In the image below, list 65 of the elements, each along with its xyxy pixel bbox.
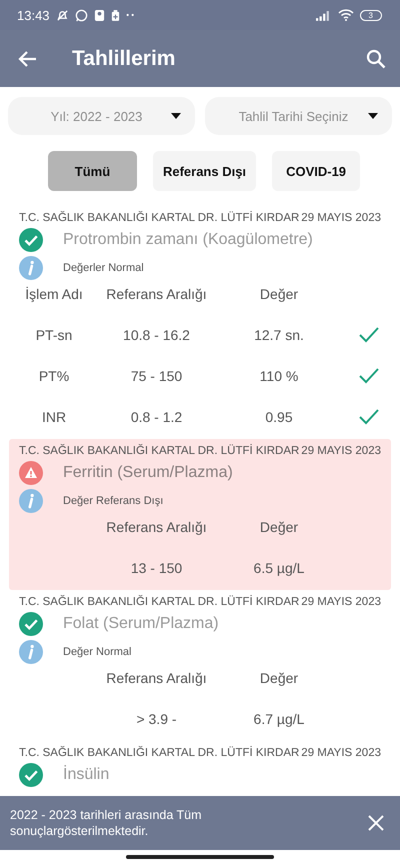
check-circle-icon <box>19 612 43 636</box>
back-arrow-icon <box>18 48 38 68</box>
caret-icon <box>368 113 378 119</box>
table-cell-text: 6.7 µg/L <box>252 711 306 727</box>
close-icon <box>368 815 384 831</box>
result-date: 29 MAYIS 2023 <box>301 445 381 457</box>
search-button[interactable] <box>366 48 386 68</box>
close-button[interactable] <box>368 815 384 831</box>
table-cell-text: 12.7 sn. <box>253 327 305 343</box>
column-header: Referans Aralığı <box>105 670 208 686</box>
back-button[interactable] <box>18 48 38 68</box>
result-date: 29 MAYIS 2023 <box>301 212 381 224</box>
table-cell-text: PT% <box>38 368 70 384</box>
app-icon <box>94 8 105 22</box>
info-icon <box>19 640 43 664</box>
search-icon <box>366 48 386 68</box>
result-date: 29 MAYIS 2023 <box>301 747 381 759</box>
hospital-name: T.C. SAĞLIK BAKANLIĞI KARTAL DR. LÜTFİ KIRDAR <box>19 596 300 608</box>
status-note: Değerler Normal <box>63 262 144 274</box>
signal-icon <box>316 10 332 20</box>
table-cell-text: 13 - 150 <box>130 560 184 576</box>
status-note: Değer Referans Dışı <box>63 495 164 507</box>
snackbar-message: 2022 - 2023 tarihleri arasında Tüm sonuçlargösterilmektedir. <box>10 807 203 839</box>
status-time: 13:43 <box>17 8 50 22</box>
table-cell-text: 10.8 - 16.2 <box>122 327 191 343</box>
wifi-icon <box>338 9 354 21</box>
test-name: Folat (Serum/Plazma) <box>63 615 219 633</box>
chat-icon <box>74 8 88 22</box>
check-circle-icon <box>19 228 43 252</box>
status-note: Değer Normal <box>63 646 132 658</box>
filter-tab[interactable]: Referans Dışı <box>152 151 256 191</box>
caret-icon <box>171 113 181 119</box>
battery-indicator: 3 <box>360 10 382 20</box>
info-icon <box>19 489 43 513</box>
column-header: Referans Aralığı <box>105 519 208 535</box>
warning-icon <box>19 461 43 485</box>
table-cell-text: INR <box>40 409 68 425</box>
hospital-name: T.C. SAĞLIK BAKANLIĞI KARTAL DR. LÜTFİ KIRDAR <box>19 445 300 457</box>
hospital-name: T.C. SAĞLIK BAKANLIĞI KARTAL DR. LÜTFİ KIRDAR <box>19 212 300 224</box>
test-name: İnsülin <box>63 766 110 784</box>
table-cell-text: 6.5 µg/L <box>252 560 306 576</box>
filter-tab[interactable]: COVID-19 <box>272 151 360 191</box>
check-circle-icon <box>19 763 43 787</box>
column-header: İşlem Adı <box>24 286 84 302</box>
column-header: Değer <box>258 286 300 302</box>
filter-tab[interactable]: Tümü <box>48 151 137 191</box>
table-cell-text: > 3.9 - <box>135 711 178 727</box>
result-date: 29 MAYIS 2023 <box>301 596 381 608</box>
info-icon <box>19 256 43 280</box>
column-header: Değer <box>258 519 300 535</box>
test-name: Protrombin zamanı (Koagülometre) <box>63 231 313 249</box>
screen-title: Tahlillerim <box>72 46 176 70</box>
more-icon <box>126 13 136 17</box>
table-cell-text: 0.8 - 1.2 <box>130 409 184 425</box>
table-cell-text: 75 - 150 <box>130 368 184 384</box>
result-card[interactable]: T.C. SAĞLIK BAKANLIĞI KARTAL DR. LÜTFİ KIRDAR 29 MAYIS 2023 Ferritin (Serum/Plazma) Değer Referans Dışı Referans Aralığı Değer 13 - 150 6.5 µg/L <box>9 439 391 590</box>
hospital-name: T.C. SAĞLIK BAKANLIĞI KARTAL DR. LÜTFİ KIRDAR <box>19 747 300 759</box>
column-header: Referans Aralığı <box>105 286 208 302</box>
mute-icon <box>56 8 69 22</box>
table-cell-text: 110 % <box>258 368 300 384</box>
table-cell-text: PT-sn <box>34 327 74 343</box>
battery-saver-icon <box>110 8 120 22</box>
table-cell-text: 0.95 <box>264 409 294 425</box>
test-name: Ferritin (Serum/Plazma) <box>63 464 233 482</box>
column-header: Değer <box>258 670 300 686</box>
